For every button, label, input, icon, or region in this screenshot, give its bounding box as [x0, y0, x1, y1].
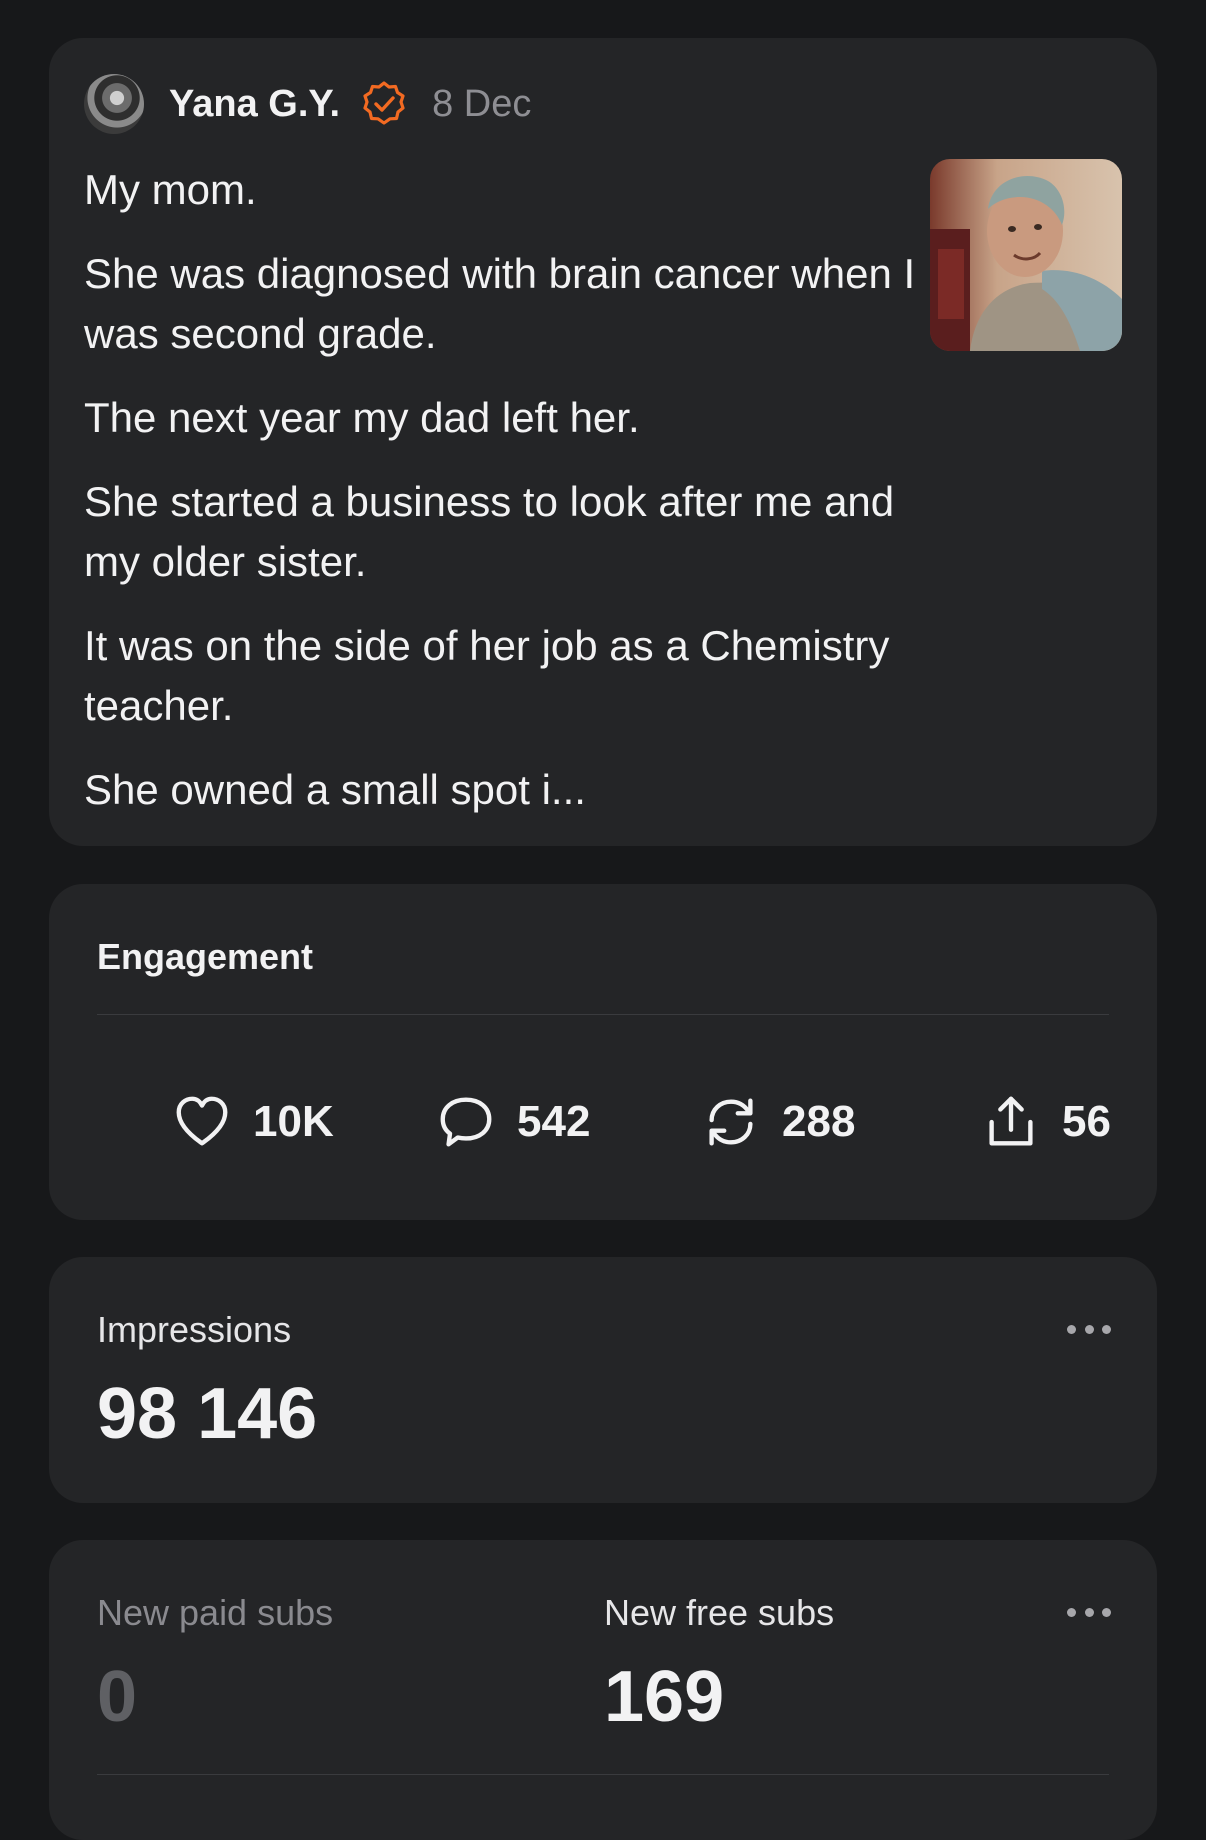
reposts-stat[interactable]: 288 [700, 1080, 855, 1164]
divider [97, 1774, 1109, 1775]
comments-stat[interactable]: 542 [435, 1080, 590, 1164]
verified-badge-icon [363, 81, 405, 125]
shares-count: 56 [1062, 1097, 1111, 1146]
subs-card: New paid subs 0 New free subs 169 [49, 1540, 1157, 1840]
engagement-card: Engagement 10K 542 288 56 [49, 884, 1157, 1220]
engagement-stats: 10K 542 288 56 [97, 1080, 1111, 1164]
likes-count: 10K [253, 1097, 334, 1146]
more-dots-icon[interactable] [1067, 1606, 1111, 1618]
free-subs-label: New free subs [604, 1592, 835, 1633]
author-name[interactable]: Yana G.Y. [169, 83, 340, 126]
author-avatar[interactable] [84, 74, 144, 134]
engagement-title: Engagement [97, 936, 314, 977]
post-image[interactable] [930, 159, 1122, 351]
post-paragraph: My mom. [84, 166, 257, 213]
post-paragraph: She was diagnosed with brain cancer when… [84, 250, 916, 357]
divider [97, 1014, 1109, 1015]
comment-bubble-icon [440, 1097, 492, 1147]
paid-subs-label: New paid subs [97, 1592, 334, 1633]
paid-subs-value: 0 [97, 1657, 138, 1737]
shares-stat[interactable]: 56 [980, 1080, 1111, 1164]
post-paragraph: It was on the side of her job as a Chemi… [84, 622, 890, 729]
impressions-label: Impressions [97, 1309, 292, 1350]
post-card[interactable]: Yana G.Y. 8 Dec My mom. She was diagnose… [49, 38, 1157, 846]
comments-count: 542 [517, 1097, 591, 1146]
reposts-count: 288 [782, 1097, 856, 1146]
heart-icon [176, 1096, 228, 1146]
impressions-card: Impressions 98 146 [49, 1257, 1157, 1503]
post-paragraph: She started a business to look after me … [84, 478, 895, 585]
impressions-value: 98 146 [97, 1374, 318, 1454]
likes-stat[interactable]: 10K [171, 1080, 334, 1164]
free-subs-value: 169 [604, 1657, 725, 1737]
more-dots-icon[interactable] [1067, 1323, 1111, 1335]
post-header: Yana G.Y. 8 Dec [84, 74, 531, 134]
repost-icon [709, 1098, 753, 1146]
post-date: 8 Dec [432, 82, 532, 125]
post-body[interactable]: My mom. She was diagnosed with brain can… [84, 160, 944, 844]
post-paragraph: The next year my dad left her. [84, 394, 640, 441]
share-icon [989, 1096, 1033, 1146]
post-paragraph: She owned a small spot i... [84, 766, 586, 813]
